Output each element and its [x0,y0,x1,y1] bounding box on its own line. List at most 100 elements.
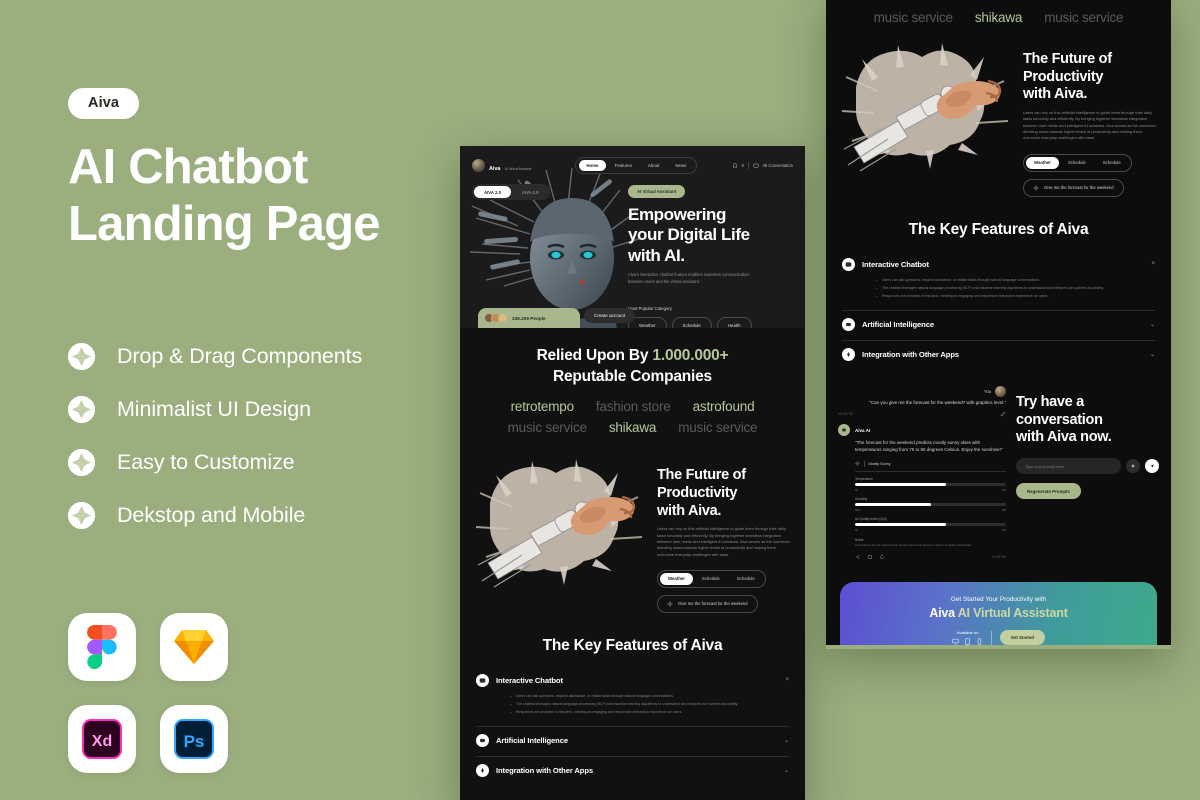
send-button[interactable] [1145,459,1159,474]
relied-line-2: Reputable Companies [553,367,712,385]
future-tabs: Weather Schedule Schedule [657,569,766,588]
figma-icon [68,613,136,681]
product-badge: Aiva [68,88,140,119]
version-option-4[interactable]: AIVA 4.0 [512,186,548,198]
chevron-down-icon[interactable]: ⌄ [784,767,789,774]
bullet: The chatbot leverages natural language p… [876,285,1155,291]
page-title: AI Chatbot Landing Page [68,139,468,253]
tab-weather[interactable]: Weather [660,572,693,585]
future-paragraph: Users can rely on this artificial intell… [657,526,791,557]
create-account-button[interactable]: Create account [584,308,636,323]
copy-icon[interactable] [867,554,873,560]
tab-schedule-2[interactable]: Schedule [1095,157,1129,169]
notes-label: Notes [855,537,864,542]
chat-message-ai: Aiva AI "The forecast for the weekend pr… [838,424,1006,560]
version-option-2[interactable]: AIVA 2.0 [474,186,511,198]
metric-bar [855,483,1006,487]
user-stat-subtitle: Trusting Aiva AI Assistant [484,327,574,328]
chevron-down-icon[interactable]: ⌄ [1150,351,1155,358]
chevron-down-icon[interactable]: ⌄ [784,737,789,744]
list-item: Dekstop and Mobile [68,489,498,542]
accordion-label: Artificial Intelligence [862,320,934,330]
weather-summary: Mostly Sunny [868,461,891,466]
metric-row: Humidity 50% 100 [855,497,1006,512]
tab-schedule-2[interactable]: Schedule [729,573,763,585]
prompt-suggestion[interactable]: Give me the forecast for the weekend [657,594,758,613]
logo-row: retrotempo fashion store astrofound [474,399,791,414]
future-heading-line-2: Productivity [1023,68,1104,85]
hero-headline-line-1: Empowering [628,205,727,224]
user-message-text: "Can you give me the forecast for the we… [869,400,1006,406]
ai-icon [476,734,489,748]
get-started-button[interactable]: Get Started [999,630,1045,646]
brand[interactable]: Aiva AI Virtual Assistant [472,157,531,175]
cta-banner: Get Started Your Productivity with Aiva … [840,582,1157,649]
cta-title-rest: AI Virtual Assistant [957,606,1068,621]
future-productivity-section-secondary: The Future of Productivity with Aiva. Us… [826,31,1171,211]
category-chip-schedule[interactable]: Schedule [671,316,712,328]
mobile-icon [977,638,982,645]
nav-status: 0 45 Conversation [732,162,793,169]
key-features-title: The Key Features of Aiva [542,636,723,654]
tab-weather[interactable]: Weather [1026,156,1059,169]
ai-name: Aiva AI [855,427,871,433]
chat-cta-line-2: conversation [1016,411,1103,428]
chevron-down-icon[interactable]: ⌄ [1150,321,1155,328]
notes-text: Precautions are the precipitation presen… [855,543,973,548]
timestamp: 02:05 PM [838,412,853,417]
tab-schedule-1[interactable]: Schedule [694,573,728,585]
tab-schedule-1[interactable]: Schedule [1060,157,1094,169]
chat-demo-section-secondary: You "Can you give me the forecast for th… [826,382,1171,574]
bullet: Users can ask questions, request assista… [876,277,1155,283]
hero-section: Aiva AI Virtual Assistant Home Features … [460,146,805,328]
avatar [995,386,1006,398]
chat-bubble-icon [752,163,759,168]
nav-item-about[interactable]: About [641,160,666,171]
chat-icon [842,257,855,271]
prompt-suggestion[interactable]: Give me the forecast for the weekend [1023,178,1124,197]
chat-transcript: You "Can you give me the forecast for th… [838,386,1006,560]
chat-cta-line-3: with Aiva now. [1016,429,1112,446]
metric-label: Humidity [855,496,868,501]
accordion-item-chatbot[interactable]: Interactive Chatbot × Users can ask ques… [842,251,1155,312]
svg-text:Xd: Xd [92,733,112,750]
feature-label: Minimalist UI Design [117,397,311,421]
attach-icon[interactable] [1126,459,1140,474]
edit-icon[interactable] [1000,411,1006,417]
nav-item-home[interactable]: Home [579,160,606,171]
close-icon[interactable]: × [785,677,789,683]
svg-text:Ps: Ps [184,732,205,751]
category-chip-health[interactable]: Health [716,316,752,328]
accordion-body: Users can ask questions, request assista… [842,277,1155,300]
regenerate-button[interactable]: Regenerate Prompts [1016,483,1081,500]
company-logos-secondary: music service shikawa music service [826,6,1171,25]
accordion-item-integration[interactable]: Integration with Other Apps ⌄ [476,757,789,786]
bell-icon[interactable] [732,162,738,169]
bullet: The chatbot leverages natural language p… [510,701,789,707]
accordion-label: Interactive Chatbot [496,675,563,685]
hero-body: AIVA 2.0 AIVA 4.0 336.209 People Create … [460,176,805,328]
prompt-input[interactable]: Type your prompt here [1016,458,1121,475]
relied-upon-section: Relied Upon By 1.000.000+ Reputable Comp… [460,328,805,448]
nav-item-features[interactable]: Features [608,160,639,171]
refresh-icon[interactable] [879,554,885,560]
sketch-icon [160,613,228,681]
future-heading: The Future of Productivity with Aiva. [657,467,793,520]
bullet: Responses are provided in real-time, cre… [876,293,1155,299]
accordion-item-ai[interactable]: Artificial Intelligence ⌄ [842,311,1155,342]
future-heading-line-1: The Future of [657,467,746,484]
nav-item-news[interactable]: News [668,160,693,171]
metric-label: Air Quality Index (AQI) [855,516,887,521]
close-icon[interactable]: × [1151,261,1155,267]
company-logo: shikawa [974,10,1023,25]
chat-message-user: You "Can you give me the forecast for th… [838,386,1006,417]
divider [864,460,865,467]
accordion-item-integration[interactable]: Integration with Other Apps ⌄ [842,341,1155,370]
version-toggle[interactable]: AIVA 2.0 AIVA 4.0 [472,184,551,200]
share-icon[interactable] [855,554,861,560]
diamond-star-icon [68,449,95,476]
weather-widget: Mostly Sunny Temperature 60 100 Humidity … [838,460,1006,560]
accordion-item-ai[interactable]: Artificial Intelligence ⌄ [476,727,789,758]
accordion-item-chatbot[interactable]: Interactive Chatbot × Users can ask ques… [476,667,789,728]
page-title-line-2: Landing Page [68,196,380,251]
